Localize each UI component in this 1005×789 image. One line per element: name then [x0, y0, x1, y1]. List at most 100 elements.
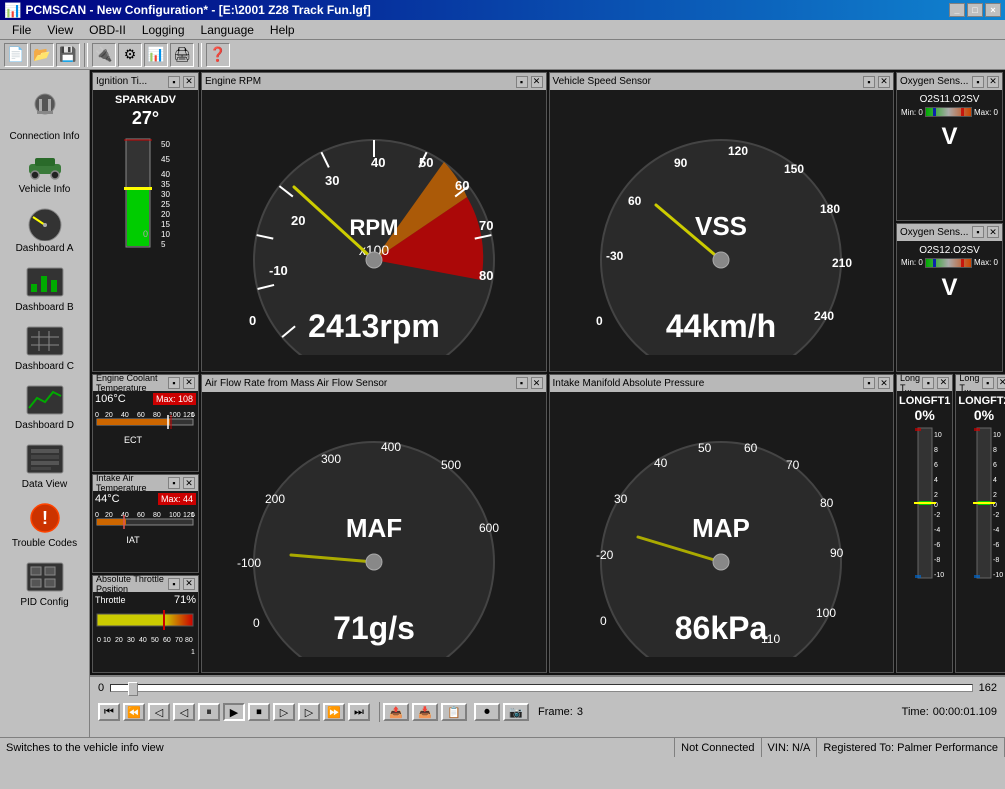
rpm-close-btn[interactable]: ✕: [531, 76, 543, 88]
open-button[interactable]: 📂: [30, 43, 54, 67]
bottom-controls: 0 162 ⏮ ⏪ ◁ ◁ ⏸ ▶ ⏹ ▷ ▷ ⏩ ⏭ 📤: [90, 675, 1005, 737]
iat-menu-btn[interactable]: ▪: [168, 477, 180, 489]
ect-value: 106°C: [95, 393, 126, 405]
slider-track[interactable]: [110, 684, 973, 692]
connect-button[interactable]: 🔌: [92, 43, 116, 67]
close-button[interactable]: ×: [985, 3, 1001, 17]
vss-menu-btn[interactable]: ▪: [863, 76, 875, 88]
skip-start-button[interactable]: ⏮: [98, 703, 120, 721]
play-button[interactable]: ▶: [223, 703, 245, 721]
sidebar-item-trouble-codes[interactable]: ! Trouble Codes: [4, 496, 86, 553]
longft2-close-btn[interactable]: ✕: [997, 377, 1005, 389]
slider-thumb[interactable]: [128, 682, 138, 696]
sidebar-item-vehicle-info[interactable]: Vehicle Info: [4, 148, 86, 199]
rewind-button[interactable]: ⏪: [123, 703, 145, 721]
o2s11-close-btn[interactable]: ✕: [987, 76, 999, 88]
help-button[interactable]: ❓: [206, 43, 230, 67]
ect-menu-btn[interactable]: ▪: [168, 377, 180, 389]
camera-button[interactable]: 📷: [503, 703, 529, 721]
svg-text:0: 0: [596, 314, 603, 328]
map-menu-btn[interactable]: ▪: [863, 377, 875, 389]
iat-close-btn[interactable]: ✕: [183, 477, 195, 489]
prev-button[interactable]: ◁: [148, 703, 170, 721]
o2s11-min: Min: 0: [901, 108, 923, 117]
prev-slow-button[interactable]: ◁: [173, 703, 195, 721]
svg-text:20: 20: [105, 512, 113, 519]
next-slow-button[interactable]: ▷: [273, 703, 295, 721]
iat-title: Intake Air Temperature: [96, 473, 168, 493]
minimize-button[interactable]: _: [949, 3, 965, 17]
iat-body: 44°C Max: 44 0 20 40 60 80 100 120 140: [93, 491, 198, 547]
pid-config-icon: [25, 559, 65, 595]
ignition-close-btn[interactable]: ✕: [183, 76, 195, 88]
sidebar-item-dashboard-a[interactable]: Dashboard A: [4, 201, 86, 258]
dashboard-a-icon: [25, 205, 65, 241]
maf-menu-btn[interactable]: ▪: [516, 377, 528, 389]
menu-view[interactable]: View: [39, 21, 81, 39]
o2s12-menu-btn[interactable]: ▪: [972, 226, 984, 238]
sidebar-item-pid-config[interactable]: PID Config: [4, 555, 86, 612]
longft2-label: LONGFT2: [958, 395, 1005, 407]
maf-body: 0 -100 200 300 400 500 600 MAF: [202, 392, 546, 673]
sidebar-item-data-view[interactable]: Data View: [4, 437, 86, 494]
vss-close-btn[interactable]: ✕: [878, 76, 890, 88]
svg-text:-10: -10: [993, 572, 1003, 579]
print-button[interactable]: 🖨: [170, 43, 194, 67]
sidebar-item-dashboard-d[interactable]: Dashboard D: [4, 378, 86, 435]
rpm-menu-btn[interactable]: ▪: [516, 76, 528, 88]
svg-text:-2: -2: [934, 512, 940, 519]
pause-button[interactable]: ⏸: [198, 703, 220, 721]
menu-language[interactable]: Language: [193, 21, 262, 39]
svg-text:0: 0: [249, 313, 256, 328]
slider-min: 0: [98, 682, 104, 694]
ect-close-btn[interactable]: ✕: [183, 377, 195, 389]
svg-text:80: 80: [153, 512, 161, 519]
longft2-menu-btn[interactable]: ▪: [982, 377, 994, 389]
sidebar-item-dashboard-b[interactable]: Dashboard B: [4, 260, 86, 317]
ignition-menu-btn[interactable]: ▪: [168, 76, 180, 88]
skip-end-button[interactable]: ⏭: [348, 703, 370, 721]
next-button[interactable]: ▷: [298, 703, 320, 721]
svg-text:IAT: IAT: [126, 535, 140, 545]
longft1-body: LONGFT1 0% 10 8 6 4 2 0 -2: [897, 391, 952, 673]
export-button[interactable]: 📤: [383, 703, 409, 721]
log-button[interactable]: 📋: [441, 703, 467, 721]
menu-help[interactable]: Help: [262, 21, 303, 39]
o2s12-close-btn[interactable]: ✕: [987, 226, 999, 238]
chart-button[interactable]: 📊: [144, 43, 168, 67]
menu-logging[interactable]: Logging: [134, 21, 193, 39]
throttle-close-btn[interactable]: ✕: [183, 578, 195, 590]
svg-text:60: 60: [744, 441, 758, 455]
throttle-menu-btn[interactable]: ▪: [168, 578, 180, 590]
map-close-btn[interactable]: ✕: [878, 377, 890, 389]
svg-text:80: 80: [153, 412, 161, 419]
svg-text:15: 15: [161, 220, 170, 229]
config-button[interactable]: ⚙: [118, 43, 142, 67]
ignition-body: SPARKADV 27° 50 45 40 35 30 25 20 15 10: [93, 90, 198, 371]
iat-header: Intake Air Temperature ▪ ✕: [93, 475, 198, 491]
menu-file[interactable]: File: [4, 21, 39, 39]
new-button[interactable]: 📄: [4, 43, 28, 67]
longft1-title: Long T...: [900, 373, 922, 393]
map-header: Intake Manifold Absolute Pressure ▪ ✕: [550, 375, 894, 392]
maximize-button[interactable]: □: [967, 3, 983, 17]
status-vin: VIN: N/A: [762, 738, 818, 757]
longft1-menu-btn[interactable]: ▪: [922, 377, 934, 389]
o2s11-menu-btn[interactable]: ▪: [972, 76, 984, 88]
svg-text:70: 70: [786, 458, 800, 472]
save-button[interactable]: 💾: [56, 43, 80, 67]
toolbar: 📄 📂 💾 🔌 ⚙ 📊 🖨 ❓: [0, 40, 1005, 70]
svg-text:86kPa: 86kPa: [675, 610, 768, 646]
stop-button[interactable]: ⏹: [248, 703, 270, 721]
sidebar-item-dashboard-c[interactable]: Dashboard C: [4, 319, 86, 376]
fast-forward-button[interactable]: ⏩: [323, 703, 345, 721]
import-button[interactable]: 📥: [412, 703, 438, 721]
o2s12-title: Oxygen Sens...: [900, 227, 968, 238]
svg-text:120: 120: [728, 144, 748, 158]
svg-text:90: 90: [830, 546, 844, 560]
sidebar-item-connection-info[interactable]: Connection Info: [4, 85, 86, 146]
maf-close-btn[interactable]: ✕: [531, 377, 543, 389]
rec-button[interactable]: ⏺: [474, 703, 500, 721]
menu-obd2[interactable]: OBD-II: [81, 21, 134, 39]
longft1-close-btn[interactable]: ✕: [937, 377, 949, 389]
